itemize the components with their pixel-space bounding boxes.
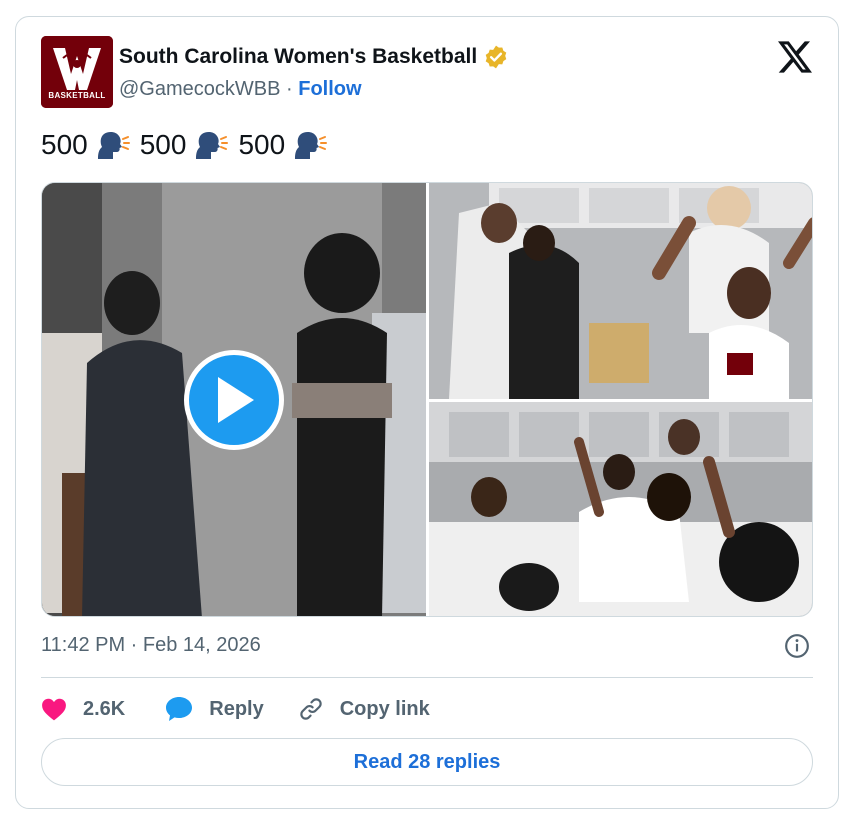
tweet-timestamp[interactable]: 11:42 PM · Feb 14, 2026 [41, 634, 261, 657]
photo-thumbnail[interactable] [429, 402, 812, 616]
photo-thumbnail[interactable] [429, 183, 812, 399]
play-icon [218, 377, 254, 423]
separator: · [286, 78, 293, 100]
play-button[interactable] [184, 350, 284, 450]
speech-bubble-icon [166, 697, 193, 721]
speaking-head-icon [97, 131, 130, 159]
tweet-text-segment: 500 [139, 129, 187, 160]
x-logo-icon[interactable] [778, 41, 812, 73]
speaking-head-icon [295, 131, 328, 159]
avatar[interactable]: BASKETBALL [41, 36, 113, 108]
reply-button[interactable]: Reply [165, 696, 264, 722]
like-button[interactable]: 2.6K [41, 697, 125, 721]
tweet-text-segment: 500 [238, 129, 286, 160]
tweet-card: BASKETBALL South Carolina Women's Basket… [15, 16, 839, 809]
handle-row: @GamecockWBB · Follow [119, 78, 362, 101]
divider [41, 677, 813, 678]
tweet-text: 500 500 500 [41, 129, 337, 161]
avatar-caption: BASKETBALL [48, 91, 106, 100]
link-icon [300, 698, 322, 720]
reply-label: Reply [209, 697, 264, 720]
read-replies-label: Read 28 replies [353, 750, 501, 773]
like-count: 2.6K [83, 697, 126, 720]
follow-button[interactable]: Follow [298, 78, 361, 100]
speaking-head-icon [196, 131, 229, 159]
video-thumbnail[interactable] [42, 183, 426, 616]
tweet-text-segment: 500 [41, 129, 88, 160]
locker-room-photo [429, 183, 812, 399]
team-celebration-photo [429, 402, 812, 616]
action-bar: 2.6K Reply Copy link [41, 693, 430, 725]
info-icon[interactable] [784, 633, 810, 659]
verified-badge-icon [485, 45, 507, 69]
media-grid [41, 182, 813, 617]
display-name-text: South Carolina Women's Basketball [119, 45, 478, 68]
display-name[interactable]: South Carolina Women's Basketball [119, 44, 509, 70]
copy-link-button[interactable]: Copy link [298, 696, 430, 722]
copy-link-label: Copy link [339, 697, 430, 720]
read-replies-button[interactable]: Read 28 replies [41, 738, 813, 786]
handle[interactable]: @GamecockWBB [119, 78, 280, 100]
heart-icon [42, 698, 66, 721]
